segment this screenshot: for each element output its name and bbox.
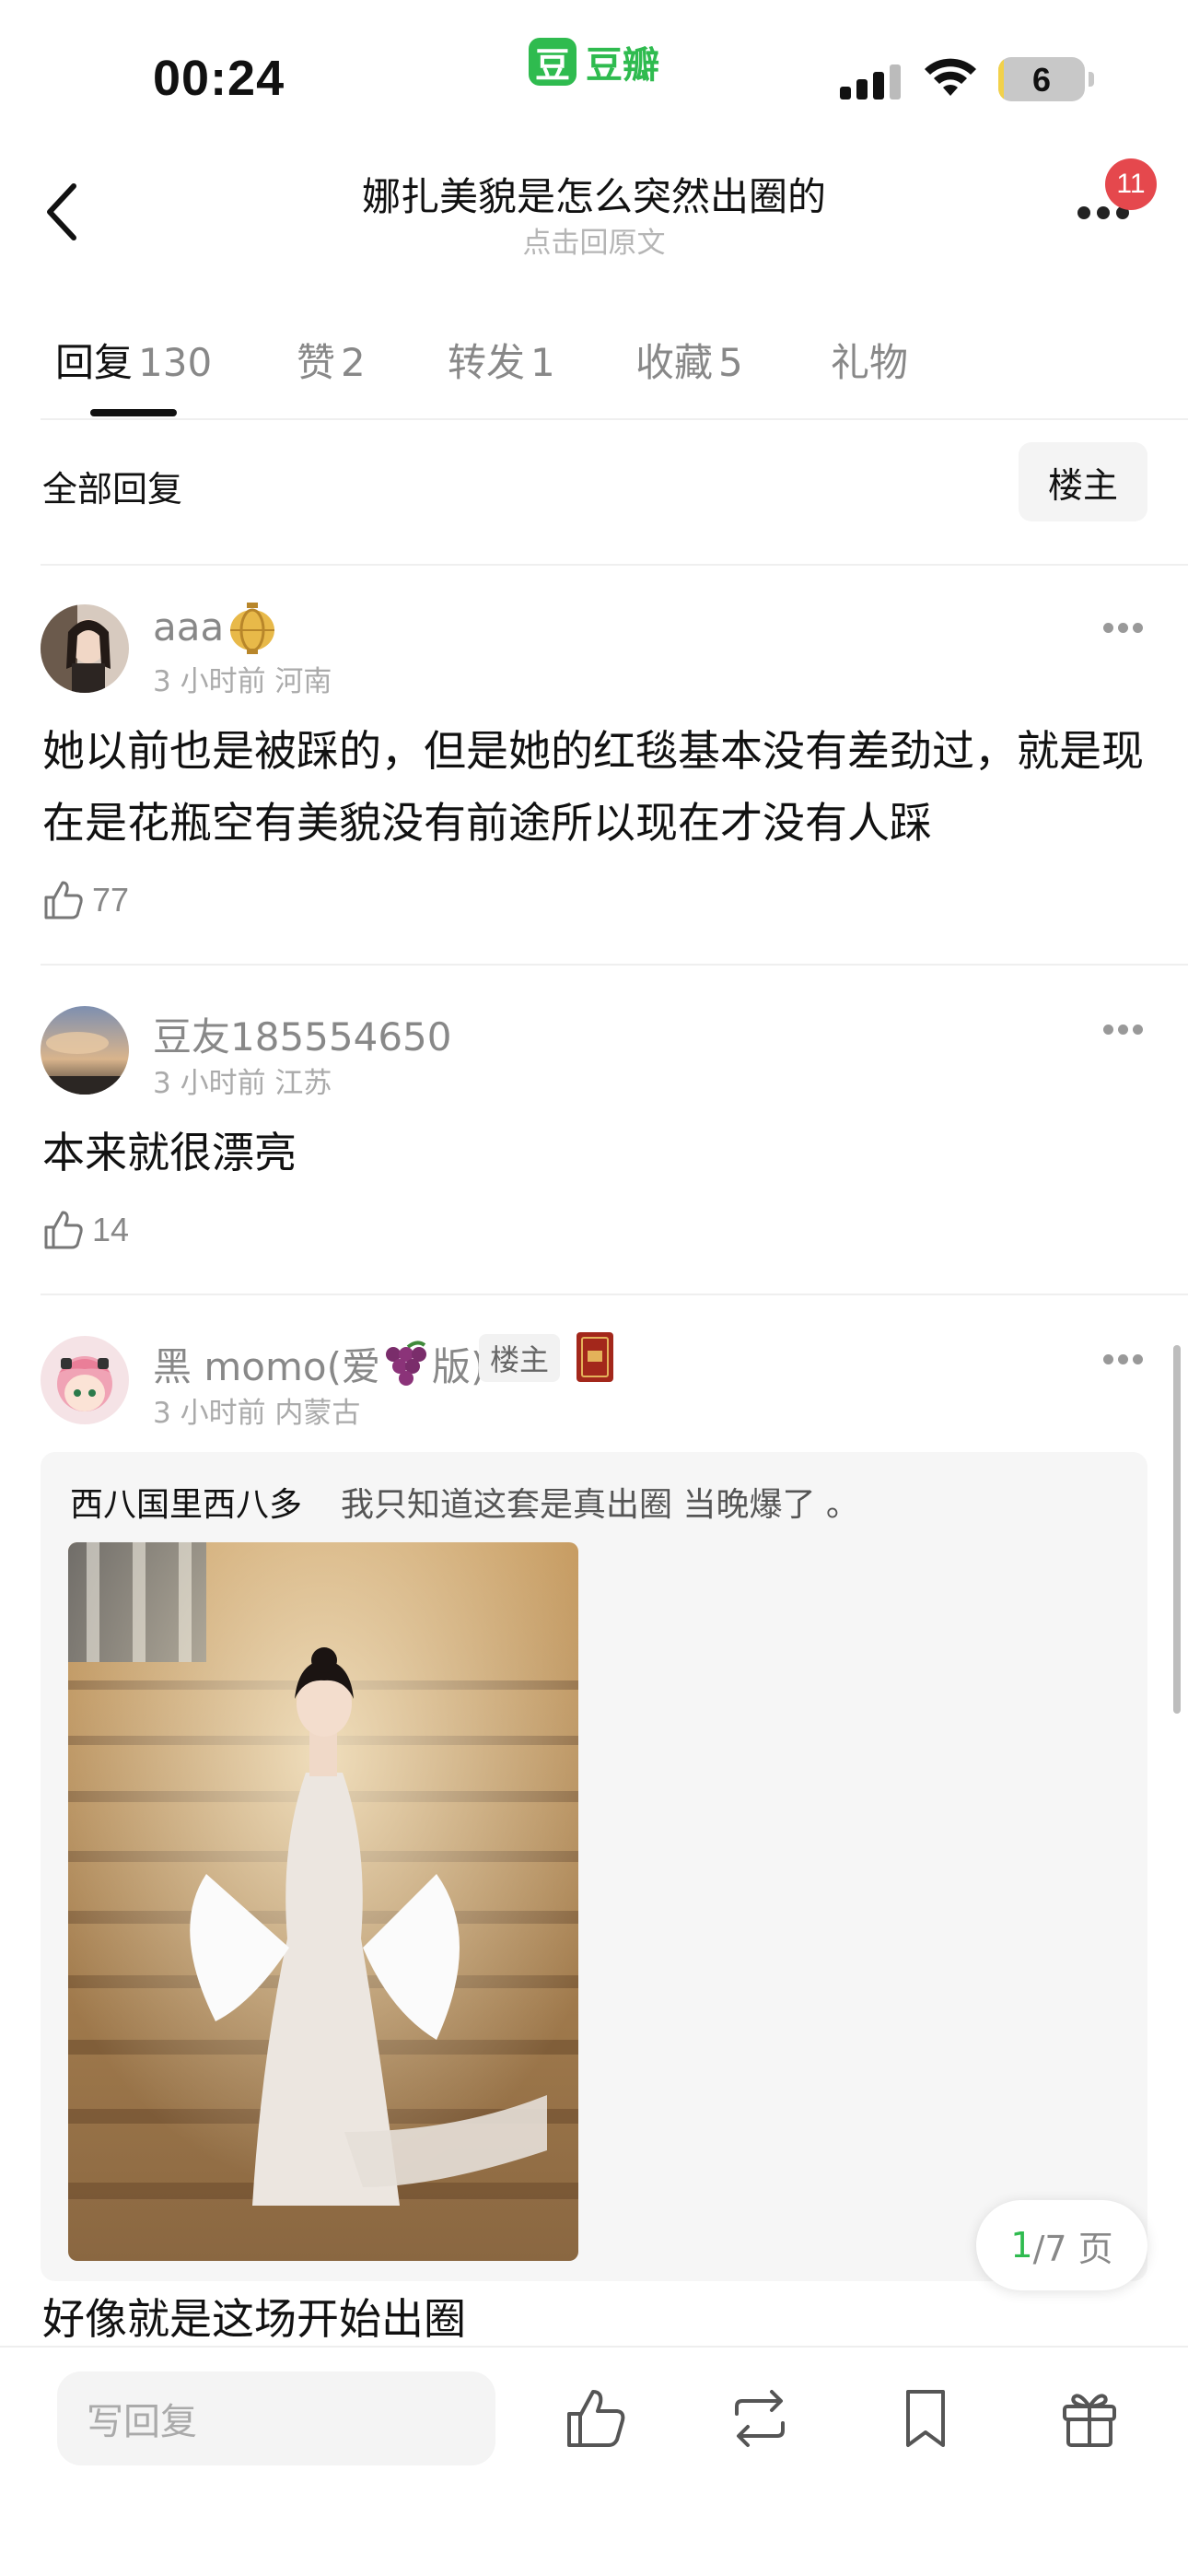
cellular-signal-icon (840, 63, 903, 100)
current-page: 1 (1010, 2225, 1033, 2266)
comment-username[interactable]: 黑 momo(爱 版) (153, 1336, 485, 1392)
tab-reposts[interactable]: 转发 1 (448, 332, 555, 388)
comment-more-icon[interactable] (1101, 619, 1146, 638)
like-button[interactable]: 14 (42, 1207, 129, 1253)
tab-likes[interactable]: 赞2 (297, 332, 366, 388)
app-indicator: 豆 豆瓣 (529, 35, 659, 88)
thumbs-up-icon (44, 1211, 83, 1249)
quoted-text: 我只知道这套是真出圈 当晚爆了 。 (341, 1486, 859, 1524)
tab-count: 2 (341, 340, 366, 385)
notification-badge[interactable]: 11 (1105, 158, 1157, 210)
total-pages: /7 页 (1032, 2228, 1113, 2269)
divider (41, 964, 1188, 966)
comment-text: 本来就很漂亮 (42, 1128, 297, 1177)
divider (41, 418, 1188, 420)
battery-tip (1089, 72, 1094, 87)
thumbs-up-icon (44, 881, 83, 919)
battery-icon: 6 (998, 57, 1085, 101)
comment-meta: 3 小时前 内蒙古 (153, 1397, 361, 1430)
op-badge: 楼主 (479, 1334, 561, 1382)
divider (41, 1294, 1188, 1295)
comment-meta: 3 小时前 江苏 (153, 1067, 332, 1100)
post-title[interactable]: 娜扎美貌是怎么突然出圈的 (184, 166, 1004, 222)
comment-more-icon[interactable] (1101, 1351, 1146, 1369)
all-replies-label: 全部回复 (42, 469, 183, 509)
tab-count: 1 (530, 340, 555, 385)
like-count: 77 (92, 881, 130, 919)
badge-book-icon (577, 1332, 613, 1382)
comment-text: 她以前也是被踩的，但是她的红毯基本没有差劲过，就是现在是花瓶空有美貌没有前途所以… (42, 726, 1144, 848)
comment-more-icon[interactable] (1101, 1021, 1146, 1039)
tab-gifts[interactable]: 礼物 (831, 332, 908, 388)
comment-meta: 3 小时前 河南 (153, 665, 332, 698)
tab-label: 赞 (297, 340, 336, 385)
quoted-photo[interactable] (68, 1542, 578, 2261)
avatar[interactable] (41, 604, 129, 693)
quoted-username[interactable]: 西八国里西八多 (70, 1478, 302, 1526)
lantern-icon (230, 603, 274, 654)
username-part: 版) (431, 1344, 486, 1389)
divider (41, 564, 1188, 566)
bookmark-icon[interactable] (893, 2386, 958, 2451)
grape-icon (385, 1341, 426, 1386)
repost-icon[interactable] (728, 2386, 792, 2451)
like-count: 14 (92, 1211, 130, 1248)
wifi-icon (925, 58, 976, 96)
active-tab-indicator (90, 409, 177, 416)
tab-label: 礼物 (831, 340, 909, 385)
username-part: 黑 momo(爱 (153, 1344, 380, 1389)
tab-collections[interactable]: 收藏 5 (635, 332, 743, 388)
tab-label: 收藏 (635, 340, 714, 385)
comment-username[interactable]: aaa (153, 604, 224, 650)
douban-logo-icon: 豆 (529, 38, 577, 86)
back-to-original-link[interactable]: 点击回原文 (184, 219, 1004, 261)
battery-percent: 6 (1031, 61, 1052, 99)
tab-label: 回复 (55, 340, 134, 385)
reply-input[interactable]: 写回复 (57, 2371, 495, 2465)
like-icon[interactable] (564, 2386, 628, 2451)
comment-username[interactable]: 豆友185554650 (153, 1006, 452, 1062)
scrollbar[interactable] (1173, 1345, 1181, 1714)
op-only-filter-button[interactable]: 楼主 (1019, 442, 1147, 521)
page-indicator[interactable]: 1/7 页 (976, 2200, 1147, 2290)
status-bar: 00:24 豆 豆瓣 6 (0, 0, 1188, 147)
tab-replies[interactable]: 回复 130 (55, 332, 212, 388)
tab-bar: 回复 130 赞2 转发 1 收藏 5 礼物 (55, 332, 1142, 424)
tab-count: 5 (718, 340, 743, 385)
tab-label: 转发 (448, 340, 526, 385)
like-button[interactable]: 77 (42, 877, 129, 923)
tab-count: 130 (138, 340, 213, 385)
status-time: 00:24 (153, 51, 285, 106)
avatar[interactable] (41, 1006, 129, 1095)
gift-icon[interactable] (1057, 2386, 1122, 2451)
avatar[interactable] (41, 1336, 129, 1424)
app-name: 豆瓣 (586, 44, 659, 87)
back-chevron-icon[interactable] (37, 175, 92, 249)
comment-text: 好像就是这场开始出圈 (42, 2294, 466, 2344)
